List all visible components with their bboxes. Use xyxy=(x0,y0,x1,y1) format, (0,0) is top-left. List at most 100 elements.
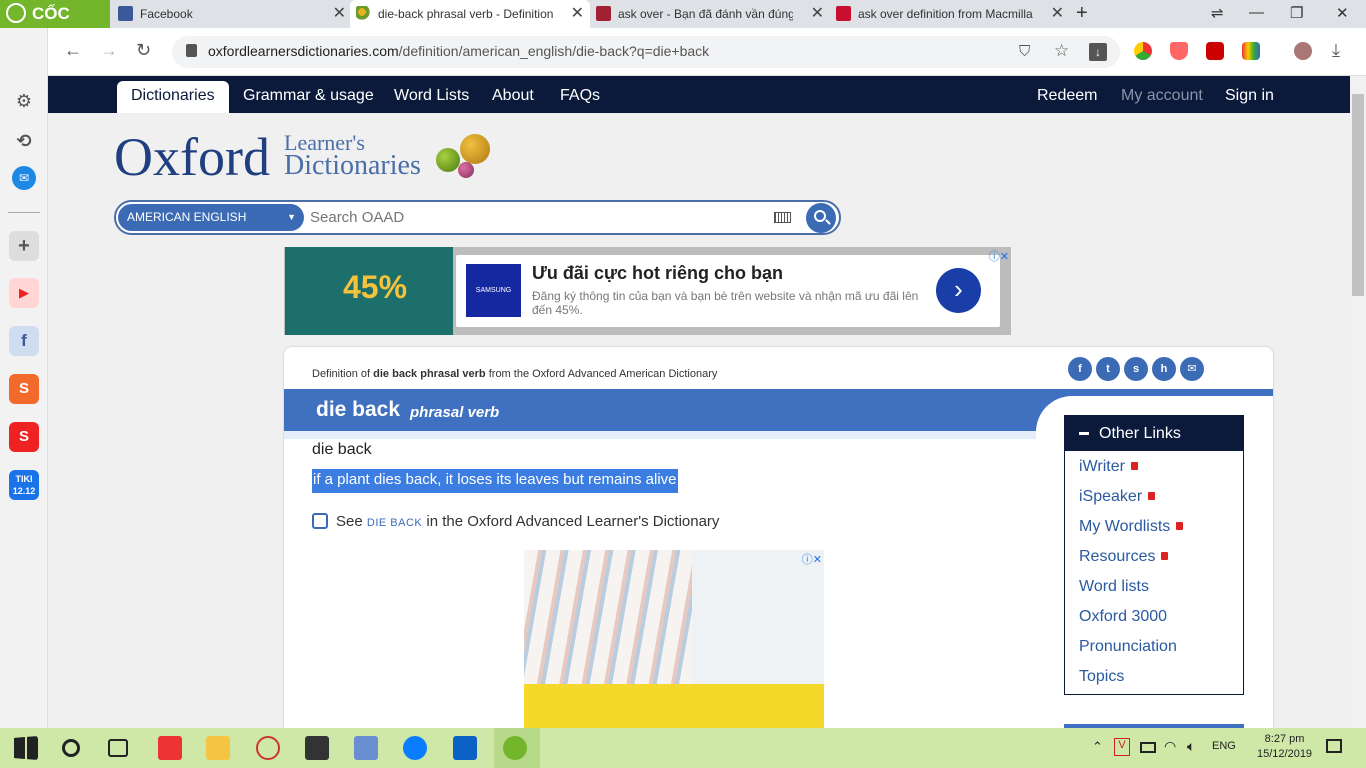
settings-gear-icon[interactable]: ⚙ xyxy=(9,86,39,116)
clock[interactable]: 8:27 pm 15/12/2019 xyxy=(1257,732,1312,762)
advertisement-banner[interactable]: 45% SAMSUNG Ưu đãi cực hot riêng cho bạn… xyxy=(284,247,1011,335)
new-tab-button[interactable]: + xyxy=(1076,2,1088,25)
scrollbar-thumb[interactable] xyxy=(1352,94,1364,296)
see-also-line: See DIE BACK in the Oxford Advanced Lear… xyxy=(312,513,719,530)
tab-search-icon[interactable]: ⇌ xyxy=(1211,4,1224,22)
see-suffix: in the Oxford Advanced Learner's Diction… xyxy=(426,513,720,530)
ad-arrow-button[interactable]: › xyxy=(936,268,981,313)
extension-chrome-icon[interactable] xyxy=(1134,42,1152,60)
profile-avatar[interactable] xyxy=(1294,42,1312,60)
app-icon-blue[interactable] xyxy=(354,736,378,760)
back-button[interactable]: ← xyxy=(64,40,82,61)
shopee-icon[interactable]: S xyxy=(9,374,39,404)
nav-about[interactable]: About xyxy=(492,76,534,113)
unikey-icon[interactable]: V xyxy=(1114,738,1130,756)
tab-macmillan[interactable]: ask over definition from Macmillan Dicti… xyxy=(830,0,1070,28)
twitter-share-icon[interactable]: t xyxy=(1096,357,1120,381)
wifi-icon[interactable]: ◠ xyxy=(1164,738,1176,755)
nav-sign-in[interactable]: Sign in xyxy=(1225,76,1274,113)
task-view-icon[interactable] xyxy=(108,739,128,757)
minimize-button[interactable]: — xyxy=(1249,4,1264,21)
tab-oxford[interactable]: die-back phrasal verb - Definition, pict… xyxy=(350,0,590,28)
link-oxford-3000[interactable]: Oxford 3000 xyxy=(1079,608,1167,626)
close-window-button[interactable]: ✕ xyxy=(1336,4,1349,22)
input-language[interactable]: ENG xyxy=(1212,740,1236,752)
close-icon[interactable]: ✕ xyxy=(333,0,346,28)
see-also-link[interactable]: DIE BACK xyxy=(367,517,422,529)
messenger-icon[interactable]: ✉ xyxy=(12,166,36,190)
link-topics[interactable]: Topics xyxy=(1079,668,1124,686)
address-bar[interactable]: oxfordlearnersdictionaries.com/definitio… xyxy=(172,36,1120,68)
downloads-icon[interactable]: ⤓ xyxy=(1332,40,1340,61)
dictionary-language-select[interactable]: AMERICAN ENGLISH ▼ xyxy=(118,204,304,231)
coccoc-taskbar-icon[interactable] xyxy=(503,736,527,760)
shield-icon[interactable]: ⛉ xyxy=(1019,43,1030,60)
youtube-icon[interactable]: ▶ xyxy=(9,278,39,308)
other-links-header[interactable]: Other Links xyxy=(1065,416,1243,451)
sendo-icon[interactable]: S xyxy=(9,422,39,452)
zalo-icon[interactable] xyxy=(403,736,427,760)
bookmark-star-icon[interactable]: ☆ xyxy=(1054,41,1069,61)
nav-dictionaries[interactable]: Dictionaries xyxy=(117,81,229,113)
tab-facebook[interactable]: Facebook ✕ xyxy=(112,0,352,28)
forward-button[interactable]: → xyxy=(100,40,118,61)
ad-close-icon[interactable]: ⓘ✕ xyxy=(802,551,822,567)
extension-shield-icon[interactable] xyxy=(1170,42,1188,60)
history-icon[interactable]: ⟲ xyxy=(9,126,39,156)
nav-my-account[interactable]: My account xyxy=(1121,76,1203,113)
sense-headword: die back xyxy=(312,441,372,458)
nav-word-lists[interactable]: Word Lists xyxy=(394,76,469,113)
keyboard-icon[interactable] xyxy=(774,212,791,223)
link-resources[interactable]: Resources xyxy=(1079,548,1169,566)
email-share-icon[interactable]: ✉ xyxy=(1180,357,1204,381)
lock-icon[interactable] xyxy=(186,44,197,57)
coccoc-menu-button[interactable]: CỐC CỐC xyxy=(0,0,110,51)
other-links-title: Other Links xyxy=(1099,425,1181,442)
tray-chevron-icon[interactable]: ⌃ xyxy=(1092,739,1103,755)
download-page-icon[interactable]: ↓ xyxy=(1089,43,1107,61)
link-my-wordlists[interactable]: My Wordlists xyxy=(1079,518,1184,536)
page-scrollbar[interactable] xyxy=(1350,76,1366,728)
tiki-icon[interactable]: TIKI 12.12 xyxy=(9,470,39,500)
windows-start-icon[interactable] xyxy=(14,736,38,760)
facebook-share-icon[interactable]: f xyxy=(1068,357,1092,381)
link-pronunciation[interactable]: Pronunciation xyxy=(1079,638,1177,656)
search-input[interactable] xyxy=(310,206,766,229)
search-button[interactable] xyxy=(806,203,836,233)
reload-button[interactable]: ↻ xyxy=(136,40,151,61)
extension-red-icon[interactable] xyxy=(1206,42,1224,60)
link-iwriter[interactable]: iWriter xyxy=(1079,458,1138,476)
restore-button[interactable]: ❐ xyxy=(1290,4,1303,22)
stumbleupon-share-icon[interactable]: s xyxy=(1124,357,1148,381)
logo-globe-icon xyxy=(436,148,460,172)
search-icon[interactable] xyxy=(62,739,80,757)
volume-icon[interactable]: 🔈︎ xyxy=(1187,738,1195,755)
paint-icon[interactable] xyxy=(256,736,280,760)
close-icon[interactable]: ✕ xyxy=(811,0,824,28)
close-icon[interactable]: ✕ xyxy=(1051,0,1064,28)
sidebar-divider xyxy=(8,212,40,213)
tab-ask-over-cambridge[interactable]: ask over - Bạn đã đánh vần đúng chưa? ✕ xyxy=(590,0,830,28)
sticky-notes-icon[interactable] xyxy=(305,736,329,760)
link-word-lists[interactable]: Word lists xyxy=(1079,578,1149,596)
outlook-icon[interactable] xyxy=(453,736,477,760)
ad-close-icon[interactable]: ⓘ✕ xyxy=(989,248,1009,264)
file-explorer-icon[interactable] xyxy=(206,736,230,760)
ad-card[interactable]: SAMSUNG Ưu đãi cực hot riêng cho bạn Đăn… xyxy=(456,255,1000,327)
battery-icon[interactable] xyxy=(1140,742,1156,753)
nav-redeem[interactable]: Redeem xyxy=(1037,76,1097,113)
add-shortcut-icon[interactable]: + xyxy=(9,231,39,261)
notifications-icon[interactable] xyxy=(1326,739,1342,753)
nav-grammar-usage[interactable]: Grammar & usage xyxy=(243,76,374,113)
link-ispeaker[interactable]: iSpeaker xyxy=(1079,488,1156,506)
app-icon-red[interactable] xyxy=(158,736,182,760)
url-text[interactable]: oxfordlearnersdictionaries.com/definitio… xyxy=(208,43,709,59)
hi-share-icon[interactable]: h xyxy=(1152,357,1176,381)
extension-colorful-icon[interactable] xyxy=(1242,42,1260,60)
ad-percent-label: 45% xyxy=(343,269,408,305)
facebook-shortcut-icon[interactable]: f xyxy=(9,326,39,356)
other-links-box: Other Links iWriter iSpeaker My Wordlist… xyxy=(1064,415,1244,695)
nav-faqs[interactable]: FAQs xyxy=(560,76,600,113)
advertisement-image[interactable]: ⓘ✕ xyxy=(524,550,824,728)
close-icon[interactable]: ✕ xyxy=(571,0,584,28)
